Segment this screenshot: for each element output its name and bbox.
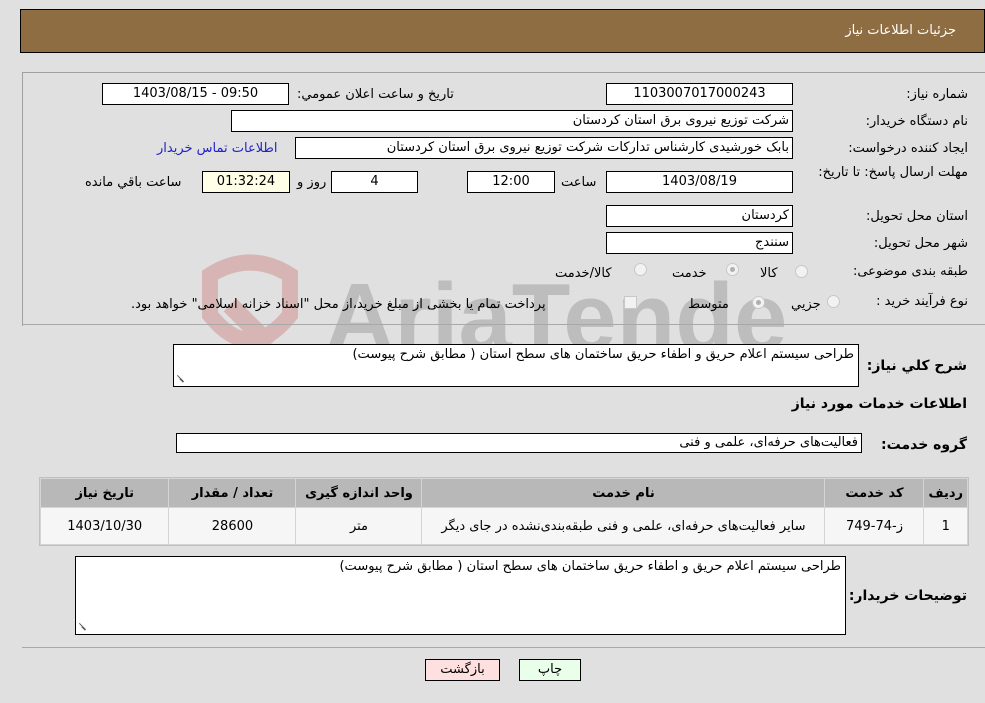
description-text: طراحی سیستم اعلام حریق و اطفاء حریق ساخت… [352, 347, 854, 362]
process-radio-medium[interactable] [752, 296, 765, 309]
table-row: 1 ز-74-749 سایر فعالیت‌های حرفه‌ای، علمی… [41, 508, 967, 544]
announce-datetime-field: 1403/08/15 - 09:50 [102, 83, 289, 105]
category-radio-goods-service[interactable] [634, 263, 647, 276]
description-label: شرح كلي نياز: [866, 358, 967, 374]
deadline-label: مهلت ارسال پاسخ: تا تاریخ: [818, 165, 968, 180]
process-option-medium: متوسط [688, 297, 729, 312]
services-table: ردیف کد خدمت نام خدمت واحد اندازه گیری ت… [39, 477, 969, 546]
cell-quantity: 28600 [169, 508, 296, 544]
buyer-org-label: نام دستگاه خریدار: [865, 114, 968, 129]
cell-index: 1 [924, 508, 967, 544]
buyer-notes-text: طراحی سیستم اعلام حریق و اطفاء حریق ساخت… [339, 559, 841, 574]
time-remaining-label: ساعت باقي مانده [85, 175, 182, 190]
col-header-date: تاریخ نیاز [41, 479, 169, 507]
page-header: جزئیات اطلاعات نیاز [20, 9, 985, 53]
service-group-field: فعالیت‌های حرفه‌ای، علمی و فنی [176, 433, 862, 453]
col-header-code: کد خدمت [825, 479, 924, 507]
process-label: نوع فرآیند خرید : [876, 294, 968, 309]
creator-field: بابک خورشیدی کارشناس تدارکات شرکت توزیع … [295, 137, 793, 159]
category-label: طبقه بندی موضوعی: [852, 264, 968, 279]
table-header-row: ردیف کد خدمت نام خدمت واحد اندازه گیری ت… [41, 479, 967, 507]
deadline-time-field: 12:00 [467, 171, 555, 193]
page-title: جزئیات اطلاعات نیاز [845, 23, 956, 38]
province-field: کردستان [606, 205, 793, 227]
col-header-quantity: تعداد / مقدار [169, 479, 296, 507]
city-field: سنندج [606, 232, 793, 254]
notes-divider [22, 647, 985, 648]
services-section-title: اطلاعات خدمات مورد نياز [791, 396, 967, 412]
category-option-goods-service: کالا/خدمت [555, 266, 612, 281]
resize-handle-icon[interactable] [176, 374, 186, 384]
need-number-label: شماره نیاز: [906, 87, 968, 102]
print-button[interactable]: چاپ [519, 659, 581, 681]
treasury-note: پرداخت تمام یا بخشی از مبلغ خرید،از محل … [131, 297, 546, 312]
category-radio-goods[interactable] [795, 265, 808, 278]
buyer-contact-link[interactable]: اطلاعات تماس خریدار [157, 141, 277, 156]
resize-handle-icon[interactable] [78, 622, 88, 632]
buyer-notes-label: توضیحات خریدار: [848, 588, 967, 604]
days-label: روز و [297, 175, 327, 190]
buyer-notes-textarea[interactable]: طراحی سیستم اعلام حریق و اطفاء حریق ساخت… [75, 556, 846, 635]
col-header-unit: واحد اندازه گیری [296, 479, 422, 507]
creator-label: ایجاد کننده درخواست: [848, 141, 968, 156]
city-label: شهر محل تحویل: [873, 236, 968, 251]
cell-unit: متر [296, 508, 422, 544]
buyer-org-field: شرکت توزیع نیروی برق استان کردستان [231, 110, 793, 132]
deadline-date-field: 1403/08/19 [606, 171, 793, 193]
col-header-name: نام خدمت [422, 479, 825, 507]
treasury-checkbox[interactable] [624, 296, 637, 309]
category-radio-service[interactable] [726, 263, 739, 276]
need-number-field: 1103007017000243 [606, 83, 793, 105]
cell-date: 1403/10/30 [41, 508, 169, 544]
process-radio-minor[interactable] [827, 295, 840, 308]
deadline-time-label: ساعت [561, 175, 597, 190]
cell-code: ز-74-749 [825, 508, 924, 544]
announce-label: تاریخ و ساعت اعلان عمومي: [297, 87, 454, 102]
service-group-label: گروه خدمت: [881, 437, 967, 453]
back-button[interactable]: بازگشت [425, 659, 500, 681]
panel-divider [22, 324, 985, 325]
process-option-minor: جزيي [791, 297, 821, 312]
category-option-goods: کالا [760, 266, 778, 281]
days-remaining-field: 4 [331, 171, 418, 193]
col-header-index: ردیف [924, 479, 967, 507]
province-label: استان محل تحویل: [866, 209, 968, 224]
description-textarea[interactable]: طراحی سیستم اعلام حریق و اطفاء حریق ساخت… [173, 344, 859, 387]
time-remaining-field: 01:32:24 [202, 171, 290, 193]
category-option-service: خدمت [672, 266, 707, 281]
cell-name: سایر فعالیت‌های حرفه‌ای، علمی و فنی طبقه… [422, 508, 825, 544]
